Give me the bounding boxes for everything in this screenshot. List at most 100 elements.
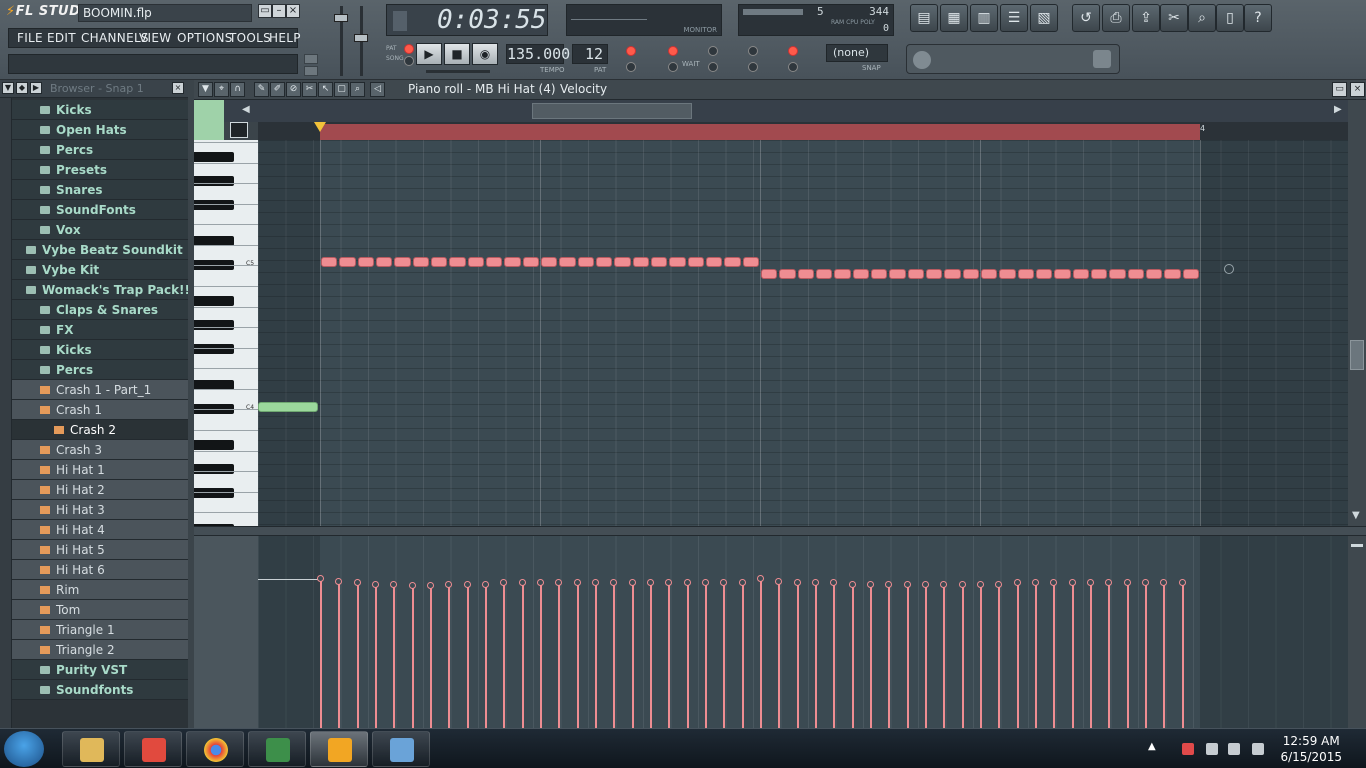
step-sequencer-icon[interactable]: ▦	[940, 4, 968, 32]
velocity-stem[interactable]	[852, 584, 854, 728]
play-button[interactable]: ▶	[416, 43, 442, 65]
note[interactable]	[321, 257, 338, 267]
velocity-stem[interactable]	[393, 584, 395, 728]
velocity-handle[interactable]	[922, 581, 929, 588]
timeline-ruler[interactable]: 4	[258, 122, 1348, 140]
menu-help[interactable]: HELP	[269, 31, 301, 45]
browser-item[interactable]: Crash 2	[12, 420, 188, 440]
velocity-stem[interactable]	[577, 582, 579, 728]
velocity-handle[interactable]	[1124, 579, 1131, 586]
song-mode-label[interactable]: SONG	[386, 54, 404, 64]
note[interactable]	[687, 257, 704, 267]
velocity-handle[interactable]	[1069, 579, 1076, 586]
taskbar-windows-explorer[interactable]	[62, 731, 120, 767]
multilink-led[interactable]	[788, 46, 798, 56]
note[interactable]	[1054, 269, 1071, 279]
playlist-icon[interactable]: ▤	[910, 4, 938, 32]
velocity-stem[interactable]	[815, 582, 817, 728]
hint-panel-icon[interactable]	[1093, 50, 1111, 68]
velocity-handle[interactable]	[354, 579, 361, 586]
velocity-stem[interactable]	[925, 584, 927, 728]
velocity-stem[interactable]	[632, 582, 634, 728]
velocity-handle[interactable]	[665, 579, 672, 586]
velocity-stem[interactable]	[430, 585, 432, 728]
velocity-stem[interactable]	[870, 584, 872, 728]
delete-icon[interactable]: ⊘	[286, 82, 301, 97]
note[interactable]	[596, 257, 613, 267]
velocity-handle[interactable]	[720, 579, 727, 586]
song-mode-led[interactable]	[404, 56, 414, 66]
browser-item[interactable]: FX	[12, 320, 188, 340]
browser-item[interactable]: Crash 1 - Part_1	[12, 380, 188, 400]
browser-item[interactable]: Triangle 1	[12, 620, 188, 640]
note[interactable]	[486, 257, 503, 267]
snap-toggle-icon[interactable]: ∩	[230, 82, 245, 97]
browser-item[interactable]: Crash 1	[12, 400, 188, 420]
slice-icon[interactable]: ✂	[302, 82, 317, 97]
browser-close-icon[interactable]: ×	[172, 82, 184, 94]
step-edit-led[interactable]	[708, 46, 718, 56]
note[interactable]	[1036, 269, 1053, 279]
velocity-handle[interactable]	[849, 581, 856, 588]
velocity-handle[interactable]	[812, 579, 819, 586]
velocity-handle[interactable]	[555, 579, 562, 586]
velocity-handle[interactable]	[1179, 579, 1186, 586]
tray-expand-icon[interactable]: ▲	[1148, 741, 1156, 752]
magnet-icon[interactable]: ⌖	[214, 82, 229, 97]
velocity-handle[interactable]	[977, 581, 984, 588]
velocity-stem[interactable]	[778, 581, 780, 728]
blend-notes-led[interactable]	[708, 62, 718, 72]
taskbar-chrome[interactable]	[186, 731, 244, 767]
velocity-handle[interactable]	[739, 579, 746, 586]
velocity-handle[interactable]	[574, 579, 581, 586]
oscilloscope-monitor[interactable]: MONITOR	[566, 4, 722, 36]
note[interactable]	[761, 269, 778, 279]
note[interactable]	[962, 269, 979, 279]
velocity-handle[interactable]	[445, 581, 452, 588]
browser-item[interactable]: Open Hats	[12, 120, 188, 140]
browser-item[interactable]: Crash 3	[12, 440, 188, 460]
browser-item[interactable]: Kicks	[12, 340, 188, 360]
velocity-handle[interactable]	[372, 581, 379, 588]
velocity-handle[interactable]	[537, 579, 544, 586]
menu-edit[interactable]: EDIT	[47, 31, 76, 45]
velocity-stem[interactable]	[888, 584, 890, 728]
note[interactable]	[669, 257, 686, 267]
velocity-stem[interactable]	[467, 584, 469, 728]
velocity-handle[interactable]	[390, 581, 397, 588]
browser-item[interactable]: Rim	[12, 580, 188, 600]
document-icon[interactable]: ▯	[1216, 4, 1244, 32]
velocity-stem[interactable]	[485, 584, 487, 728]
velocity-handle[interactable]	[464, 581, 471, 588]
velocity-handle[interactable]	[1142, 579, 1149, 586]
black-key[interactable]	[194, 320, 234, 330]
velocity-handle[interactable]	[959, 581, 966, 588]
velocity-stem[interactable]	[742, 582, 744, 728]
browser-item[interactable]: Hi Hat 5	[12, 540, 188, 560]
tools-icon[interactable]: ✂	[1160, 4, 1188, 32]
menu-tools[interactable]: TOOLS	[229, 31, 271, 45]
note[interactable]	[1109, 269, 1126, 279]
velocity-handle[interactable]	[867, 581, 874, 588]
note[interactable]	[412, 257, 429, 267]
velocity-handle[interactable]	[592, 579, 599, 586]
velocity-handle[interactable]	[427, 582, 434, 589]
plugin-icon[interactable]	[304, 66, 318, 76]
velocity-stem[interactable]	[448, 584, 450, 728]
velocity-handle[interactable]	[757, 575, 764, 582]
velocity-stem[interactable]	[503, 582, 505, 728]
black-key[interactable]	[194, 200, 234, 210]
piano-roll-close-icon[interactable]: ×	[1350, 82, 1365, 97]
velocity-stem[interactable]	[375, 584, 377, 728]
browser-item[interactable]: Hi Hat 1	[12, 460, 188, 480]
taskbar-fl-studio[interactable]	[310, 731, 368, 767]
note[interactable]	[394, 257, 411, 267]
pattern-mode-led[interactable]	[404, 44, 414, 54]
piano-roll-menu-icon[interactable]: ▼	[198, 82, 213, 97]
velocity-stem[interactable]	[760, 578, 762, 728]
browser-item[interactable]: Hi Hat 3	[12, 500, 188, 520]
piano-roll-title[interactable]: Piano roll - MB Hi Hat (4)	[408, 82, 556, 96]
velocity-handle[interactable]	[1050, 579, 1057, 586]
velocity-handle[interactable]	[794, 579, 801, 586]
menu-options[interactable]: OPTIONS	[177, 31, 233, 45]
